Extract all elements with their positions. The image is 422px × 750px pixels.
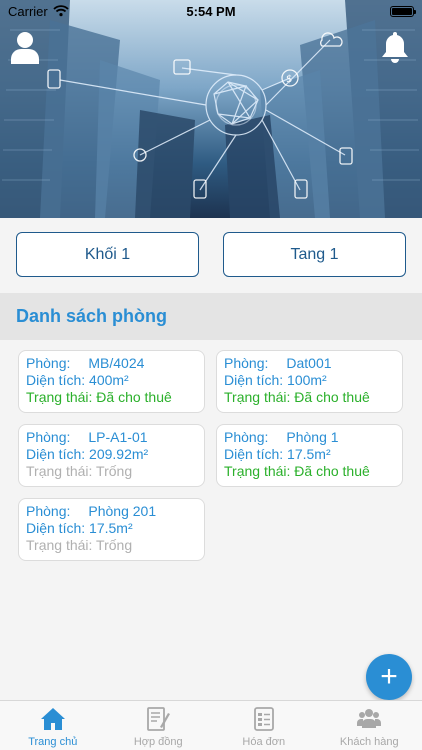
room-label: Phòng: (26, 355, 71, 371)
battery-level (391, 7, 412, 15)
room-area-line: Diện tích: 17.5m² (224, 446, 402, 463)
room-label: Phòng: (224, 429, 269, 445)
tab-label: Khách hàng (339, 736, 399, 748)
contract-icon (147, 707, 171, 731)
status-left: Carrier (8, 4, 148, 19)
room-label: Phòng: (26, 503, 71, 519)
floor-selector-button[interactable]: Tang 1 (223, 232, 406, 277)
room-name-line: Phòng: LP-A1-01 (26, 429, 204, 446)
room-area-line: Diện tích: 100m² (224, 372, 402, 389)
room-list-header: Danh sách phòng (0, 293, 422, 340)
notifications-button[interactable] (378, 28, 412, 66)
svg-text:$: $ (286, 74, 292, 85)
room-status: Đã cho thuê (96, 389, 172, 405)
status-label: Trạng thái: (224, 389, 291, 405)
room-area: 17.5m² (287, 446, 331, 462)
room-name-line: Phòng: Dat001 (224, 355, 402, 372)
room-name: Phòng 201 (88, 503, 157, 519)
carrier-label: Carrier (8, 3, 48, 19)
area-label: Diện tích: (224, 446, 284, 462)
area-label: Diện tích: (224, 372, 284, 388)
add-room-button[interactable]: + (366, 654, 412, 700)
room-area: 17.5m² (89, 520, 133, 536)
user-icon (11, 32, 39, 64)
room-card[interactable]: Phòng: Phòng 1 Diện tích: 17.5m² Trạng th… (216, 424, 403, 487)
room-status: Trống (96, 463, 133, 479)
status-label: Trạng thái: (224, 463, 291, 479)
room-status-line: Trạng thái: Đã cho thuê (224, 463, 402, 480)
tab-label: Trang chủ (28, 736, 78, 748)
room-area: 100m² (287, 372, 327, 388)
room-name-line: Phòng: MB/4024 (26, 355, 204, 372)
room-name: Dat001 (286, 355, 332, 371)
profile-button[interactable] (8, 28, 42, 66)
block-selector-button[interactable]: Khối 1 (16, 232, 199, 277)
tab-label: Hợp đồng (133, 736, 183, 748)
room-area: 209.92m² (89, 446, 149, 462)
room-status: Trống (96, 537, 133, 553)
area-label: Diện tích: (26, 446, 86, 462)
room-status-line: Trạng thái: Đã cho thuê (224, 389, 402, 406)
room-card[interactable]: Phòng: Dat001 Diện tích: 100m² Trạng thái… (216, 350, 403, 413)
customers-icon (357, 709, 382, 728)
room-name-line: Phòng: Phòng 1 (224, 429, 402, 446)
room-name: LP-A1-01 (88, 429, 148, 445)
section-title: Danh sách phòng (16, 306, 168, 326)
room-name: MB/4024 (88, 355, 145, 371)
status-label: Trạng thái: (26, 389, 93, 405)
battery-icon (389, 5, 416, 17)
status-bar: Carrier 5:54 PM (0, 0, 422, 22)
status-time: 5:54 PM (186, 3, 236, 19)
city-network-illustration: $ (0, 0, 422, 218)
selector-row: Khối 1 Tang 1 (16, 232, 406, 277)
room-status-line: Trạng thái: Trống (26, 537, 204, 554)
room-label: Phòng: (26, 429, 71, 445)
tab-home[interactable]: Trang chủ (0, 701, 106, 750)
area-label: Diện tích: (26, 520, 86, 536)
tab-contracts[interactable]: Hợp đồng (106, 701, 212, 750)
invoice-icon (253, 707, 274, 731)
room-card[interactable]: Phòng: MB/4024 Diện tích: 400m² Trạng thá… (18, 350, 205, 413)
room-area-line: Diện tích: 400m² (26, 372, 204, 389)
room-area: 400m² (89, 372, 129, 388)
bottom-tab-bar: Trang chủ Hợp đồng Hóa đơn Khách hàng (0, 700, 422, 750)
status-label: Trạng thái: (26, 463, 93, 479)
room-status-line: Trạng thái: Trống (26, 463, 204, 480)
status-label: Trạng thái: (26, 537, 93, 553)
room-card[interactable]: Phòng: Phòng 201 Diện tích: 17.5m² Trạng … (18, 498, 205, 561)
header-banner-image: $ (0, 0, 422, 218)
bell-icon (382, 32, 408, 63)
room-card[interactable]: Phòng: LP-A1-01 Diện tích: 209.92m² Trạng… (18, 424, 205, 487)
room-status-line: Trạng thái: Đã cho thuê (26, 389, 204, 406)
tab-label: Hóa đơn (242, 736, 286, 748)
room-status: Đã cho thuê (294, 389, 370, 405)
wifi-icon (53, 5, 69, 17)
room-name-line: Phòng: Phòng 201 (26, 503, 204, 520)
status-right (274, 5, 416, 17)
tab-invoices[interactable]: Hóa đơn (211, 701, 317, 750)
room-name: Phòng 1 (286, 429, 339, 445)
tab-customers[interactable]: Khách hàng (317, 701, 422, 750)
room-label: Phòng: (224, 355, 269, 371)
area-label: Diện tích: (26, 372, 86, 388)
home-icon (40, 708, 65, 730)
room-area-line: Diện tích: 17.5m² (26, 520, 204, 537)
room-area-line: Diện tích: 209.92m² (26, 446, 204, 463)
room-status: Đã cho thuê (294, 463, 370, 479)
